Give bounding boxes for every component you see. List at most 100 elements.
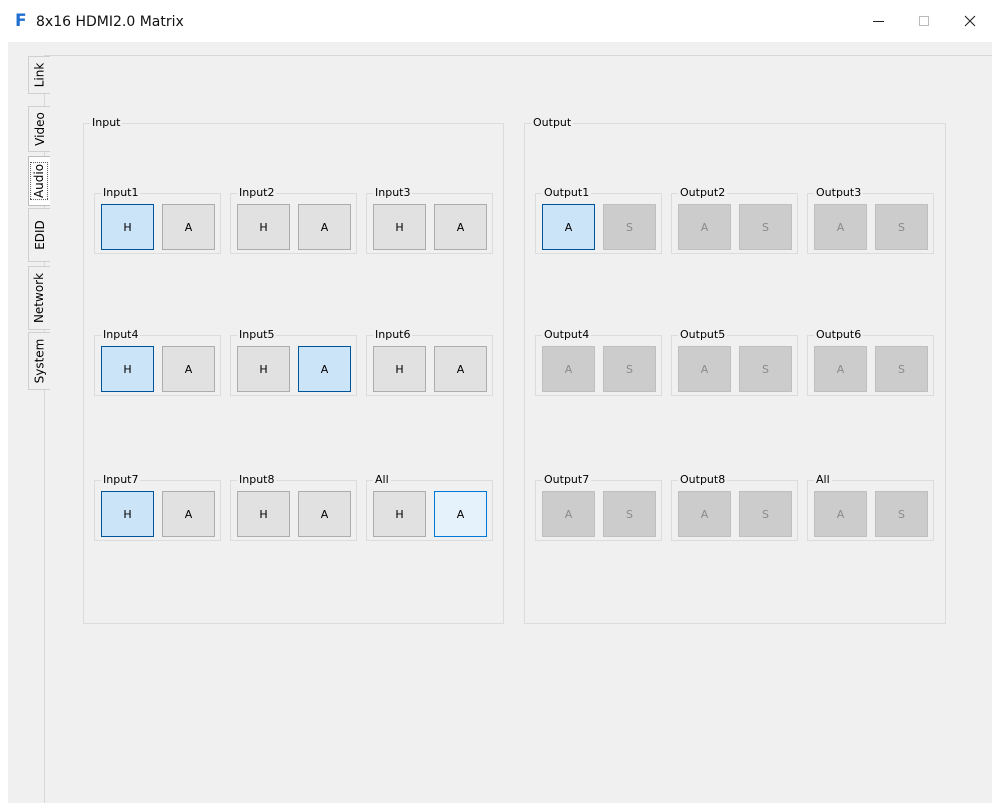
output-cell-title: Output8 (678, 473, 728, 487)
vertical-tab-strip: Link Video Audio EDID Network System (17, 42, 50, 803)
input-cell-frame: Input2 H A (230, 186, 357, 254)
input-a-button[interactable]: A (162, 346, 215, 392)
output-cell-frame: Output4 A S (535, 328, 662, 396)
input-cell-frame: Input1 H A (94, 186, 221, 254)
input-cell-title: Input2 (237, 186, 277, 200)
input-h-button[interactable]: H (237, 491, 290, 537)
output-cell: Output8 A S (671, 473, 798, 541)
tab-video[interactable]: Video (28, 106, 50, 152)
tab-label: Audio (31, 159, 48, 203)
input-cell: Input4 H A (94, 328, 221, 396)
input-a-button[interactable]: A (434, 491, 487, 537)
input-cell: Input2 H A (230, 186, 357, 254)
output-group-title: Output (531, 116, 574, 130)
tab-audio[interactable]: Audio (28, 156, 50, 206)
output-cell-frame: Output1 A S (535, 186, 662, 254)
output-cell-title: All (814, 473, 832, 487)
output-s-button[interactable]: S (875, 491, 928, 537)
input-cell-frame: Input3 H A (366, 186, 493, 254)
input-h-button[interactable]: H (101, 346, 154, 392)
input-cell-frame: All H A (366, 473, 493, 541)
output-a-button[interactable]: A (678, 346, 731, 392)
output-cell: Output3 A S (807, 186, 934, 254)
input-a-button[interactable]: A (434, 346, 487, 392)
output-cell-title: Output2 (678, 186, 728, 200)
input-h-button[interactable]: H (373, 346, 426, 392)
window-title: 8x16 HDMI2.0 Matrix (36, 14, 184, 30)
input-a-button[interactable]: A (162, 204, 215, 250)
output-a-button[interactable]: A (814, 346, 867, 392)
tab-label: Network (32, 272, 47, 324)
input-h-button[interactable]: H (237, 204, 290, 250)
output-cell-frame: Output8 A S (671, 473, 798, 541)
output-cell: Output5 A S (671, 328, 798, 396)
output-a-button[interactable]: A (678, 491, 731, 537)
output-a-button[interactable]: A (542, 346, 595, 392)
output-s-button[interactable]: S (603, 491, 656, 537)
input-cell-title: Input6 (373, 328, 413, 342)
input-h-button[interactable]: H (373, 491, 426, 537)
input-h-button[interactable]: H (237, 346, 290, 392)
output-a-button[interactable]: A (814, 491, 867, 537)
tab-label: Video (32, 112, 47, 146)
tab-network[interactable]: Network (28, 266, 50, 330)
input-cell-title: Input1 (101, 186, 141, 200)
output-s-button[interactable]: S (739, 346, 792, 392)
output-cell-frame: Output6 A S (807, 328, 934, 396)
input-cell-title: Input5 (237, 328, 277, 342)
title-bar: F 8x16 HDMI2.0 Matrix (0, 0, 992, 42)
tab-label: System (32, 338, 47, 384)
output-s-button[interactable]: S (603, 346, 656, 392)
output-s-button[interactable]: S (875, 204, 928, 250)
output-s-button[interactable]: S (875, 346, 928, 392)
tab-edid[interactable]: EDID (28, 208, 50, 262)
maximize-button[interactable] (904, 6, 944, 36)
output-cell: Output7 A S (535, 473, 662, 541)
input-h-button[interactable]: H (101, 491, 154, 537)
input-a-button[interactable]: A (298, 491, 351, 537)
output-cell-title: Output3 (814, 186, 864, 200)
output-cell: All A S (807, 473, 934, 541)
input-cell-frame: Input7 H A (94, 473, 221, 541)
input-cell-title: Input7 (101, 473, 141, 487)
input-cell-frame: Input8 H A (230, 473, 357, 541)
input-cell-title: All (373, 473, 391, 487)
input-a-button[interactable]: A (298, 346, 351, 392)
input-cell: Input7 H A (94, 473, 221, 541)
close-icon (964, 15, 976, 27)
app-logo-icon: F (15, 11, 27, 31)
tab-link[interactable]: Link (28, 56, 50, 94)
output-cell-title: Output6 (814, 328, 864, 342)
output-a-button[interactable]: A (814, 204, 867, 250)
input-cell: All H A (366, 473, 493, 541)
input-a-button[interactable]: A (162, 491, 215, 537)
tab-system[interactable]: System (28, 332, 50, 390)
input-h-button[interactable]: H (373, 204, 426, 250)
input-group-title: Input (90, 116, 123, 130)
input-a-button[interactable]: A (434, 204, 487, 250)
input-cell-title: Input4 (101, 328, 141, 342)
tab-label: Link (32, 62, 47, 88)
tab-label: EDID (32, 220, 47, 250)
output-cell-title: Output4 (542, 328, 592, 342)
output-cell-frame: All A S (807, 473, 934, 541)
output-cell-frame: Output5 A S (671, 328, 798, 396)
output-cell-title: Output5 (678, 328, 728, 342)
output-cell-title: Output1 (542, 186, 592, 200)
minimize-button[interactable] (858, 6, 898, 36)
output-s-button[interactable]: S (739, 204, 792, 250)
input-cell-frame: Input6 H A (366, 328, 493, 396)
input-h-button[interactable]: H (101, 204, 154, 250)
output-a-button[interactable]: A (542, 491, 595, 537)
input-a-button[interactable]: A (298, 204, 351, 250)
output-group: Output Output1 A S Output2 A S Output3 A S Output… (524, 116, 946, 624)
input-cell-title: Input3 (373, 186, 413, 200)
output-s-button[interactable]: S (739, 491, 792, 537)
output-a-button[interactable]: A (678, 204, 731, 250)
app-window: F 8x16 HDMI2.0 Matrix Link Video Audio E… (0, 0, 992, 803)
close-button[interactable] (950, 6, 990, 36)
output-cell-frame: Output3 A S (807, 186, 934, 254)
input-cell: Input8 H A (230, 473, 357, 541)
output-a-button[interactable]: A (542, 204, 595, 250)
output-s-button[interactable]: S (603, 204, 656, 250)
